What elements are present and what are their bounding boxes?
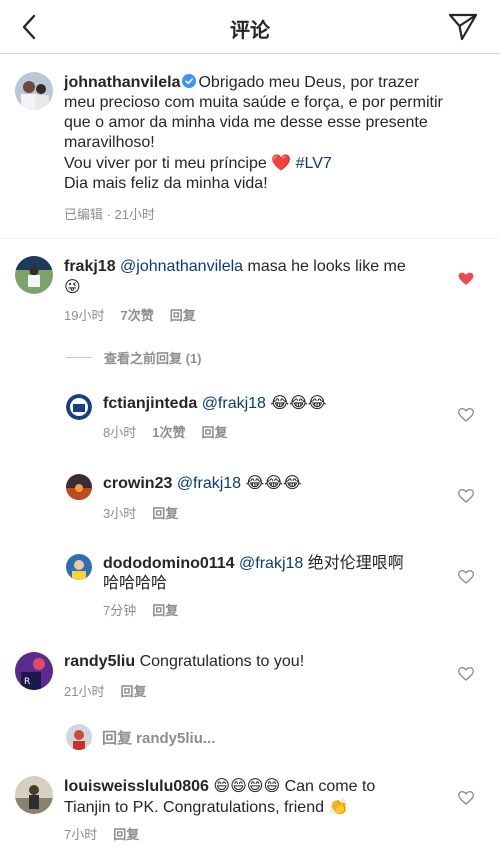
reply-body-line-1: 绝对伦理哏啊 xyxy=(303,555,404,572)
verified-badge-icon xyxy=(182,74,197,88)
reply-meta: 8小时 1次赞 回复 xyxy=(103,422,227,441)
view-previous-replies-button[interactable]: 查看之前回复 (1) xyxy=(66,348,202,367)
comment-body-line-1: Can come to xyxy=(280,778,376,795)
comment-meta: 7小时 回复 xyxy=(64,824,139,843)
caption-meta: 已编辑 · 21小时 xyxy=(64,204,155,223)
comment-body-line-2: Tianjin to PK. Congratulations, friend xyxy=(64,799,329,816)
heart-outline-icon[interactable] xyxy=(457,790,475,806)
heart-outline-icon[interactable] xyxy=(457,569,475,585)
reply-username[interactable]: crowin23 xyxy=(103,475,172,492)
comment-text: randy5liu Congratulations to you! xyxy=(64,652,444,672)
comment-username[interactable]: randy5liu xyxy=(64,653,135,670)
avatar[interactable] xyxy=(66,474,92,500)
reply-button[interactable]: 回复 xyxy=(152,503,178,522)
mention-link[interactable]: @frakj18 xyxy=(202,395,266,412)
reply-button[interactable]: 回复 xyxy=(113,824,139,843)
comment-body: Congratulations to you! xyxy=(139,653,305,670)
reply-meta: 7分钟 回复 xyxy=(103,600,178,619)
reply-emoji: 😂😂😂 xyxy=(270,393,327,412)
comment-meta: 19小时 7次赞 回复 xyxy=(64,305,196,324)
reply-time: 8小时 xyxy=(103,425,137,440)
reply-username[interactable]: fctianjinteda xyxy=(103,395,197,412)
heart-liked-icon[interactable] xyxy=(458,271,474,287)
caption-line-6: Dia mais feliz da minha vida! xyxy=(64,175,268,192)
comment-text: frakj18 @johnathanvilela masa he looks l… xyxy=(64,257,444,297)
heart-emoji: ❤️ xyxy=(271,153,292,172)
reply-button[interactable]: 回复 xyxy=(201,422,227,441)
mention-link[interactable]: @johnathanvilela xyxy=(120,258,243,275)
thread-line xyxy=(66,357,92,358)
avatar[interactable]: R xyxy=(15,652,53,690)
avatar[interactable] xyxy=(66,554,92,580)
avatar[interactable] xyxy=(15,72,53,110)
avatar[interactable] xyxy=(15,256,53,294)
mention-link[interactable]: @frakj18 xyxy=(177,475,241,492)
caption-edited-time: 已编辑 · 21小时 xyxy=(64,207,156,222)
direct-send-icon[interactable] xyxy=(446,10,480,44)
comment-username[interactable]: frakj18 xyxy=(64,258,116,275)
header: 评论 xyxy=(0,0,500,54)
reply-emoji: 😂😂😂 xyxy=(245,473,302,492)
like-count[interactable]: 7次赞 xyxy=(120,305,153,324)
mention-link[interactable]: @frakj18 xyxy=(239,555,303,572)
reply-button[interactable]: 回复 xyxy=(152,600,178,619)
caption-line-4: maravilhoso! xyxy=(64,134,155,151)
comment-username[interactable]: louisweisslulu0806 xyxy=(64,778,209,795)
heart-outline-icon[interactable] xyxy=(457,407,475,423)
hashtag-link[interactable]: #LV7 xyxy=(296,155,332,172)
view-previous-label: 查看之前回复 (1) xyxy=(104,351,202,366)
avatar[interactable] xyxy=(66,394,92,420)
heart-outline-icon[interactable] xyxy=(457,488,475,504)
avatar xyxy=(66,724,92,750)
reply-meta: 3小时 回复 xyxy=(103,503,178,522)
reply-username[interactable]: dododomino0114 xyxy=(103,555,235,572)
heart-outline-icon[interactable] xyxy=(457,666,475,682)
caption-username[interactable]: johnathanvilela xyxy=(64,74,180,91)
reply-button[interactable]: 回复 xyxy=(120,681,146,700)
caption-line-5: Vou viver por ti meu príncipe xyxy=(64,155,272,172)
caption-line-3: que o amor da minha vida me desse esse p… xyxy=(64,114,428,131)
caption-line-1: Obrigado meu Deus, por trazer xyxy=(198,74,420,91)
reply-text: fctianjinteda @frakj18 😂😂😂 xyxy=(103,393,443,414)
svg-text:R: R xyxy=(24,677,30,687)
caption-line-2: meu precioso com muita saúde e força, e … xyxy=(64,94,443,111)
like-count[interactable]: 1次赞 xyxy=(152,422,185,441)
comment-body: masa he looks like me xyxy=(243,258,406,275)
avatar[interactable] xyxy=(15,776,53,814)
comment-text: louisweisslulu0806 😄😄😄😄 Can come to Tian… xyxy=(64,776,449,818)
reply-text: crowin23 @frakj18 😂😂😂 xyxy=(103,473,443,494)
clap-emoji: 👏 xyxy=(328,797,349,816)
page-title: 评论 xyxy=(230,20,270,42)
reply-prompt-label: 回复 randy5liu... xyxy=(102,729,216,747)
comment-emoji: 😄😄😄😄 xyxy=(213,776,281,795)
reply-button[interactable]: 回复 xyxy=(170,305,196,324)
caption-text: johnathanvilela Obrigado meu Deus, por tr… xyxy=(64,73,489,194)
reply-input-prompt[interactable]: 回复 randy5liu... xyxy=(66,724,215,750)
divider xyxy=(0,238,500,239)
reply-text: dododomino0114 @frakj18 绝对伦理哏啊 哈哈哈哈 xyxy=(103,554,443,594)
comment-time: 21小时 xyxy=(64,684,105,699)
reply-time: 7分钟 xyxy=(103,603,137,618)
comment-meta: 21小时 回复 xyxy=(64,681,146,700)
comment-time: 19小时 xyxy=(64,308,105,323)
reply-time: 3小时 xyxy=(103,506,137,521)
reply-body-line-2: 哈哈哈哈 xyxy=(103,575,168,592)
comment-time: 7小时 xyxy=(64,827,98,842)
comment-emoji: 😜 xyxy=(64,277,81,296)
